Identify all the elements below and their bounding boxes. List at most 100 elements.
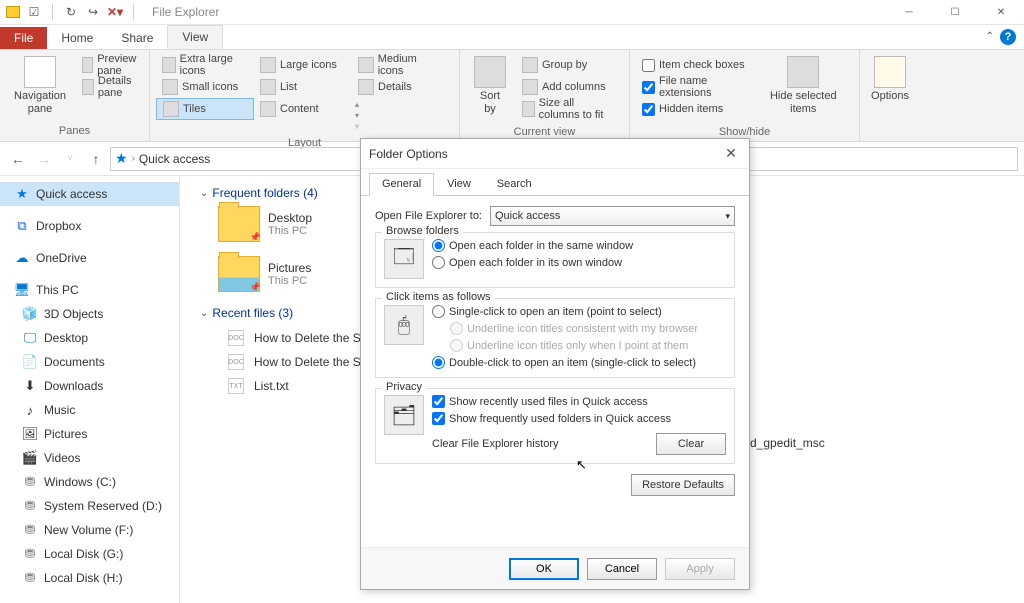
tab-view[interactable]: View (167, 25, 223, 49)
radio-double-click[interactable]: Double-click to open an item (single-cli… (432, 356, 726, 369)
properties-icon[interactable]: ☑ (26, 4, 42, 20)
layout-small-icons[interactable]: Small icons (156, 76, 254, 98)
tab-file[interactable]: File (0, 27, 47, 49)
background-item[interactable]: d_gpedit_msc (750, 436, 825, 450)
browse-folders-fieldset: Browse folders 🗔 Open each folder in the… (375, 232, 735, 288)
close-button[interactable]: ✕ (978, 0, 1024, 25)
preview-pane-button[interactable]: Preview pane (76, 54, 147, 76)
sidebar-item-3d-objects[interactable]: 🧊3D Objects (0, 302, 179, 326)
sidebar-item-onedrive[interactable]: ☁OneDrive (0, 246, 179, 270)
drive-icon: ⛃ (22, 546, 38, 562)
hidden-items[interactable]: Hidden items (636, 98, 752, 120)
sidebar-item-this-pc[interactable]: 🖥This PC (0, 278, 179, 302)
sidebar-item-local-disk-g[interactable]: ⛃ Local Disk (G:) (0, 542, 179, 566)
preview-pane-label: Preview pane (97, 53, 141, 77)
sidebar-item-documents[interactable]: 📄Documents (0, 350, 179, 374)
folder-tile-desktop[interactable]: Desktop This PC (218, 206, 312, 242)
sidebar-item-system-reserved[interactable]: ⛃System Reserved (D:) (0, 494, 179, 518)
hide-selected-button[interactable]: Hide selected items (754, 54, 853, 118)
ribbon-tabs: File Home Share View ⌃ ? (0, 25, 1024, 50)
hide-selected-icon (787, 56, 819, 88)
sidebar-label: Local Disk (G:) (44, 547, 123, 561)
tab-share[interactable]: Share (107, 27, 167, 49)
radio-same-window[interactable]: Open each folder in the same window (432, 239, 726, 252)
folder-tile-pictures[interactable]: Pictures This PC (218, 256, 311, 292)
sidebar-label: Quick access (36, 187, 107, 201)
layout-scroll[interactable]: ▴▾▿ (352, 98, 362, 131)
dialog-close-button[interactable]: ✕ (721, 144, 741, 164)
sidebar-item-windows-c[interactable]: ⛃Windows (C:) (0, 470, 179, 494)
minimize-button[interactable]: ─ (886, 0, 932, 25)
sort-by-button[interactable]: Sort by (466, 54, 514, 118)
layout-details[interactable]: Details (352, 76, 450, 98)
dialog-tab-search[interactable]: Search (484, 173, 545, 195)
layout-icon (260, 79, 276, 95)
tab-home[interactable]: Home (47, 27, 107, 49)
sidebar-item-downloads[interactable]: ⬇Downloads (0, 374, 179, 398)
group-by-button[interactable]: Group by (516, 54, 623, 76)
privacy-icon: 🗂 (384, 395, 424, 435)
dialog-tab-view[interactable]: View (434, 173, 484, 195)
options-button[interactable]: Options (863, 54, 917, 105)
sidebar-item-pictures[interactable]: 🖼Pictures (0, 422, 179, 446)
layout-label: Extra large icons (180, 53, 248, 77)
dialog-title: Folder Options (369, 147, 448, 161)
delete-icon[interactable]: ✕▾ (107, 4, 123, 20)
folder-options-dialog: Folder Options ✕ General View Search Ope… (360, 138, 750, 590)
sidebar-item-quick-access[interactable]: ★ Quick access (0, 182, 179, 206)
navigation-pane-button[interactable]: Navigation pane (6, 54, 74, 118)
radio-underline-browser: Underline icon titles consistent with my… (432, 322, 726, 335)
star-icon: ★ (14, 186, 30, 202)
dialog-tab-general[interactable]: General (369, 173, 434, 196)
sidebar-item-dropbox[interactable]: ⧉Dropbox (0, 214, 179, 238)
folder-icon: 📄 (22, 354, 38, 370)
sidebar-item-desktop[interactable]: 🖵Desktop (0, 326, 179, 350)
recent-locations-button[interactable]: ˅ (58, 147, 82, 171)
layout-medium-icons[interactable]: Medium icons (352, 54, 450, 76)
hidden-items-label: Hidden items (659, 103, 723, 115)
folder-icon: ♪ (22, 402, 38, 418)
restore-defaults-button[interactable]: Restore Defaults (631, 474, 735, 496)
sidebar-item-music[interactable]: ♪Music (0, 398, 179, 422)
open-explorer-select[interactable]: Quick access▾ (490, 206, 735, 226)
radio-underline-point: Underline icon titles only when I point … (432, 339, 726, 352)
layout-tiles[interactable]: Tiles (156, 98, 254, 120)
options-label: Options (871, 90, 909, 103)
clear-button[interactable]: Clear (656, 433, 726, 455)
size-columns-button[interactable]: Size all columns to fit (516, 98, 623, 120)
details-pane-button[interactable]: Details pane (76, 76, 147, 98)
radio-single-click[interactable]: Single-click to open an item (point to s… (432, 305, 726, 318)
layout-extra-large-icons[interactable]: Extra large icons (156, 54, 254, 76)
apply-button[interactable]: Apply (665, 558, 735, 580)
forward-button[interactable]: → (32, 147, 56, 171)
up-button[interactable]: ↑ (84, 147, 108, 171)
collapse-ribbon-icon[interactable]: ⌃ (986, 31, 994, 42)
item-check-boxes[interactable]: Item check boxes (636, 54, 752, 76)
details-pane-label: Details pane (98, 75, 141, 99)
sidebar-item-videos[interactable]: 🎬Videos (0, 446, 179, 470)
radio-own-window[interactable]: Open each folder in its own window (432, 256, 726, 269)
sidebar-item-new-volume[interactable]: ⛃New Volume (F:) (0, 518, 179, 542)
checkbox-recent-files[interactable]: Show recently used files in Quick access (432, 395, 726, 408)
sidebar-item-local-disk-h[interactable]: ⛃Local Disk (H:) (0, 566, 179, 590)
group-label-panes: Panes (0, 123, 149, 141)
maximize-button[interactable]: ☐ (932, 0, 978, 25)
cancel-button[interactable]: Cancel (587, 558, 657, 580)
sidebar-label: New Volume (F:) (44, 523, 133, 537)
file-name-extensions[interactable]: File name extensions (636, 76, 752, 98)
layout-list[interactable]: List (254, 76, 352, 98)
radio-label: Open each folder in its own window (449, 257, 622, 269)
ok-button[interactable]: OK (509, 558, 579, 580)
layout-icon (163, 101, 179, 117)
undo-icon[interactable]: ↻ (63, 4, 79, 20)
help-icon[interactable]: ? (1000, 29, 1016, 45)
chevron-down-icon: ⌄ (200, 188, 208, 199)
layout-large-icons[interactable]: Large icons (254, 54, 352, 76)
add-columns-button[interactable]: Add columns (516, 76, 623, 98)
checkbox-frequent-folders[interactable]: Show frequently used folders in Quick ac… (432, 412, 726, 425)
redo-icon[interactable]: ↪ (85, 4, 101, 20)
layout-content[interactable]: Content (254, 98, 352, 120)
back-button[interactable]: ← (6, 147, 30, 171)
sidebar-label: This PC (36, 283, 79, 297)
fieldset-legend: Click items as follows (382, 291, 495, 303)
